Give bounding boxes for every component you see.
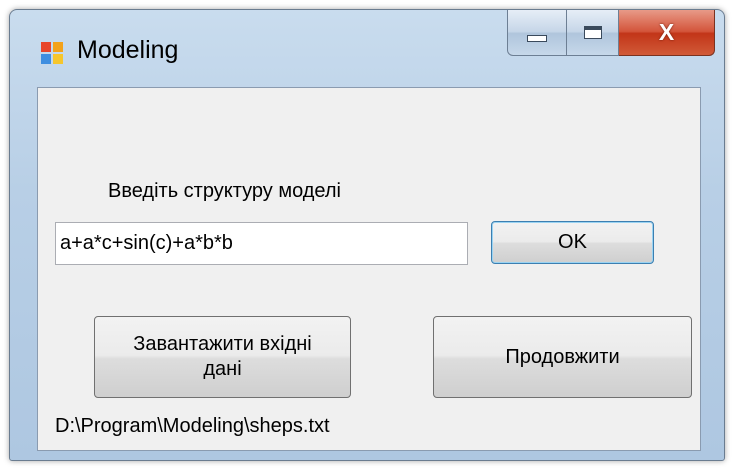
maximize-button[interactable] [567,10,619,56]
title-bar[interactable]: Modeling X [10,10,724,82]
load-input-data-label: Завантажити вхідні дані [133,333,312,380]
modeling-window: Modeling X Введіть структуру моделі OK З… [9,9,725,461]
caption-buttons: X [507,10,715,56]
close-icon: X [658,19,675,45]
structure-label: Введіть структуру моделі [108,180,341,202]
close-button[interactable]: X [619,10,715,56]
file-path-label: D:\Program\Modeling\sheps.txt [55,415,330,437]
minimize-button[interactable] [507,10,567,56]
ok-button[interactable]: OK [491,221,654,264]
minimize-icon [527,35,547,42]
model-structure-input[interactable] [55,222,468,265]
app-window-icon[interactable] [41,42,63,64]
form-client-area: Введіть структуру моделі OK Завантажити … [37,87,701,451]
load-input-data-button[interactable]: Завантажити вхідні дані [94,316,351,398]
maximize-icon [583,26,602,39]
continue-button[interactable]: Продовжити [433,316,692,398]
window-title: Modeling [77,36,179,64]
